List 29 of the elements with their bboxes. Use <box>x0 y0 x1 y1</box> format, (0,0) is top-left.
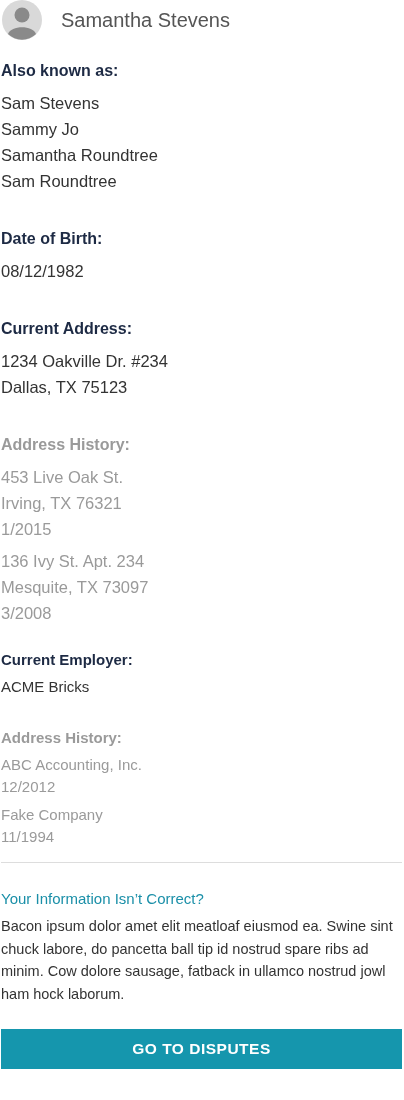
help-heading: Your Information Isn’t Correct? <box>1 889 205 909</box>
detail-text: 1234 Oakville Dr. #234 <box>1 351 169 372</box>
detail-text: ABC Accounting, Inc. <box>1 755 143 775</box>
detail-text: 11/1994 <box>1 827 56 847</box>
detail-text: 1/2015 <box>1 519 53 540</box>
detail-text: Fake Company <box>1 805 104 825</box>
detail-text: Mesquite, TX 73097 <box>1 577 150 598</box>
section-heading: Current Employer: <box>1 650 134 670</box>
detail-text: Sammy Jo <box>1 119 80 140</box>
section-heading: Current Address: <box>1 319 133 339</box>
detail-text: Irving, TX 76321 <box>1 493 123 514</box>
detail-text: Samantha Roundtree <box>1 145 159 166</box>
section-heading: Also known as: <box>1 61 120 81</box>
detail-text: 08/12/1982 <box>1 261 85 282</box>
detail-text: ACME Bricks <box>1 677 91 697</box>
section-heading: Date of Birth: <box>1 229 104 249</box>
detail-text: 136 Ivy St. Apt. 234 <box>1 551 146 572</box>
help-text: Bacon ipsum dolor amet elit meatloaf eiusmod ea. Swine sint chuck labore, do pancetta ball tip id nostrud spare ribs ad minim. Cow dolore sausage, fatback in ullamco nostrud jowl ham hock laborum. <box>1 917 394 1004</box>
detail-text: 3/2008 <box>1 603 53 624</box>
detail-text: Sam Stevens <box>1 93 101 114</box>
profile-name: Samantha Stevens <box>61 8 230 32</box>
detail-text: 453 Live Oak St. <box>1 467 124 488</box>
detail-text: Dallas, TX 75123 <box>1 377 129 398</box>
detail-text: 12/2012 <box>1 777 57 797</box>
section-heading: Address History: <box>1 435 131 455</box>
disputes-button[interactable]: GO TO DISPUTES <box>1 1029 402 1069</box>
avatar-icon <box>2 0 42 40</box>
section-heading: Address History: <box>1 728 123 748</box>
detail-text: Sam Roundtree <box>1 171 118 192</box>
